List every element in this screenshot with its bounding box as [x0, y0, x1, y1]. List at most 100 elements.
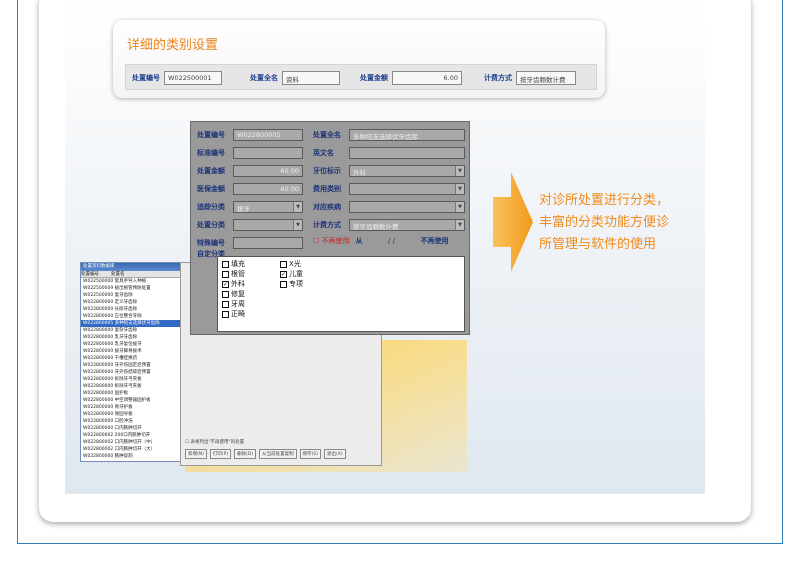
- chevron-down-icon[interactable]: ▼: [455, 220, 464, 230]
- category-checkbox[interactable]: 专项: [280, 279, 303, 289]
- list-item[interactable]: W022800000 保固导板: [81, 411, 187, 418]
- english-label: 英文名: [313, 149, 334, 157]
- settings-code-input[interactable]: W022500001: [164, 71, 222, 85]
- amount-field: 处置金额 60.00: [197, 164, 303, 178]
- fullname-label: 处置全名: [313, 131, 341, 139]
- code-input[interactable]: W022800005: [233, 129, 303, 141]
- copy-button[interactable]: 从当前处置复制: [259, 449, 297, 459]
- new-button[interactable]: 新增(N): [185, 449, 207, 459]
- checkmark-icon: ✓: [280, 270, 287, 278]
- list-item[interactable]: W022800000 骨牙护板: [81, 404, 187, 411]
- settings-billing-input[interactable]: 按牙齿颗数计费: [516, 71, 576, 85]
- category-checkbox-label: 外科: [231, 280, 245, 288]
- settings-code-label: 处置编号: [132, 74, 160, 82]
- category-checkbox-label: 专项: [289, 280, 303, 288]
- unused-label: 不再使用: [321, 237, 350, 245]
- amount-input[interactable]: 60.00: [233, 165, 303, 177]
- list-item[interactable]: W022500000 套具手导入种植: [81, 278, 187, 285]
- list-item[interactable]: W022800002 口内脓肿切开（中）: [81, 439, 187, 446]
- callout-line-1: 对诊所处置进行分类，: [539, 193, 670, 208]
- track-select[interactable]: 拔牙 ▼: [233, 201, 303, 213]
- insurance-field: 医保金额 60.00: [197, 182, 303, 196]
- chevron-down-icon[interactable]: ▼: [455, 166, 464, 176]
- settings-billing-label: 计费方式: [484, 74, 512, 82]
- settings-name-label: 处置全名: [250, 74, 278, 82]
- category-checkbox[interactable]: X光: [280, 259, 301, 269]
- illustration-area: 详细的类别设置 处置编号 W022500001 处置全名 资料 处置金额 6.0…: [65, 0, 705, 494]
- category-checkbox[interactable]: 填充: [222, 259, 245, 269]
- code-field: 处置编号 W022800005: [197, 128, 303, 142]
- list-item[interactable]: W022800000 脓肿穿刺: [81, 453, 187, 460]
- disease-field: 对应疾病 ▼: [313, 200, 465, 214]
- empty-box-icon: [222, 310, 229, 318]
- list-item[interactable]: W022800000 长嵌牙齿除: [81, 306, 187, 313]
- list-item[interactable]: W022500009 拔出根管预防处置: [81, 285, 187, 292]
- fee-type-label: 费用类别: [313, 185, 341, 193]
- unused-checkbox[interactable]: ☐ 不再使用: [313, 236, 350, 246]
- list-item[interactable]: W022800000 拆除牙弓夹板: [81, 376, 187, 383]
- feature-callout: 对诊所处置进行分类， 丰富的分类功能方便诊 所管理与软件的使用: [539, 190, 689, 256]
- dept-select[interactable]: 外科 ▼: [349, 165, 465, 177]
- fee-type-select[interactable]: ▼: [349, 183, 465, 195]
- list-item[interactable]: W022800002 200口内脓肿切开: [81, 432, 187, 439]
- track-label: 追踪分类: [197, 203, 225, 211]
- code-label: 处置编号: [197, 131, 225, 139]
- chevron-down-icon[interactable]: ▼: [293, 220, 302, 230]
- insurance-input[interactable]: 60.00: [233, 183, 303, 195]
- list-item[interactable]: W022500000 复牙齿除: [81, 292, 187, 299]
- show-unused-check[interactable]: ☐ 表格列出"不再使用"的处置: [185, 439, 244, 445]
- empty-box-icon: [280, 280, 287, 288]
- category-checkbox[interactable]: 牙周: [222, 299, 245, 309]
- callout-line-3: 所管理与软件的使用: [539, 237, 657, 252]
- list-item[interactable]: W022800000 复杂牙齿除: [81, 327, 187, 334]
- list-item[interactable]: W022800000 牙外伤固定后预置: [81, 362, 187, 369]
- category-checkbox[interactable]: 根管: [222, 269, 245, 279]
- settings-row: 处置编号 W022500001 处置全名 资料 处置金额 6.00 计费方式 按…: [125, 64, 597, 90]
- std-input[interactable]: [233, 147, 303, 159]
- category-checkbox-label: X光: [289, 260, 301, 268]
- list-item[interactable]: W022800000 固护板: [81, 390, 187, 397]
- dept-value: 外科: [353, 169, 366, 177]
- list-item[interactable]: W022800000 乳牙复位拔牙: [81, 341, 187, 348]
- settings-billing-field: 计费方式 按牙齿颗数计费: [484, 71, 576, 85]
- list-item[interactable]: W022800000 定义牙齿除: [81, 299, 187, 306]
- disease-select[interactable]: ▼: [349, 201, 465, 213]
- category-checkbox-label: 根管: [231, 270, 245, 278]
- exit-button[interactable]: 退出(X): [323, 449, 346, 459]
- chevron-down-icon[interactable]: ▼: [293, 202, 302, 212]
- billing-select[interactable]: 按牙齿颗数计费 ▼: [349, 219, 465, 231]
- print-button[interactable]: 打印(P): [209, 449, 232, 459]
- fullname-field: 处置全名 多种陪支选择伏牙齿除: [313, 128, 465, 142]
- save-button[interactable]: 保存(S): [299, 449, 321, 459]
- english-input[interactable]: [349, 147, 465, 159]
- fullname-input[interactable]: 多种陪支选择伏牙齿除: [349, 129, 465, 141]
- category-checkbox[interactable]: ✓ 外科: [222, 279, 245, 289]
- date-input[interactable]: / /: [369, 237, 415, 245]
- category-checkbox[interactable]: 修复: [222, 289, 245, 299]
- category-checkbox[interactable]: ✓ 儿童: [280, 269, 303, 279]
- list-item[interactable]: W022800002 口内脓肿切开（大）: [81, 446, 187, 453]
- settings-amount-input[interactable]: 6.00: [392, 71, 462, 85]
- settings-name-input[interactable]: 资料: [282, 71, 340, 85]
- list-item[interactable]: W022800005 多种陪支选择伏牙齿除: [81, 320, 187, 327]
- list-item[interactable]: W022800000 正位整合牙除: [81, 313, 187, 320]
- list-item[interactable]: W022800000 口内脓肿切开: [81, 425, 187, 432]
- list-item[interactable]: W022800000 中空调整器固护板: [81, 397, 187, 404]
- chevron-down-icon[interactable]: ▼: [455, 184, 464, 194]
- special-input[interactable]: [233, 237, 303, 249]
- list-item[interactable]: W022800000 干槽症换药: [81, 355, 187, 362]
- list-item[interactable]: W022800000 口腔冲洗: [81, 418, 187, 425]
- delete-button[interactable]: 删除(D): [234, 449, 257, 459]
- list-item[interactable]: W022800000 乳牙牙齿除: [81, 334, 187, 341]
- list-item[interactable]: W022800000 拆除牙弓夹板: [81, 383, 187, 390]
- chevron-down-icon[interactable]: ▼: [455, 202, 464, 212]
- settings-title: 详细的类别设置: [127, 38, 219, 53]
- category-select[interactable]: ▼: [233, 219, 303, 231]
- unused-row: ☐ 不再使用 从 / / 不再使用: [313, 234, 449, 248]
- billing-value: 按牙齿颗数计费: [353, 223, 399, 231]
- settings-code-field: 处置编号 W022500001: [132, 71, 222, 85]
- list-item[interactable]: W022800000 拔牙脚骨拔术: [81, 348, 187, 355]
- list-item[interactable]: W022800000 牙外伤结碎后预置: [81, 369, 187, 376]
- category-checkbox[interactable]: 正畸: [222, 309, 245, 319]
- std-label: 标准编号: [197, 149, 225, 157]
